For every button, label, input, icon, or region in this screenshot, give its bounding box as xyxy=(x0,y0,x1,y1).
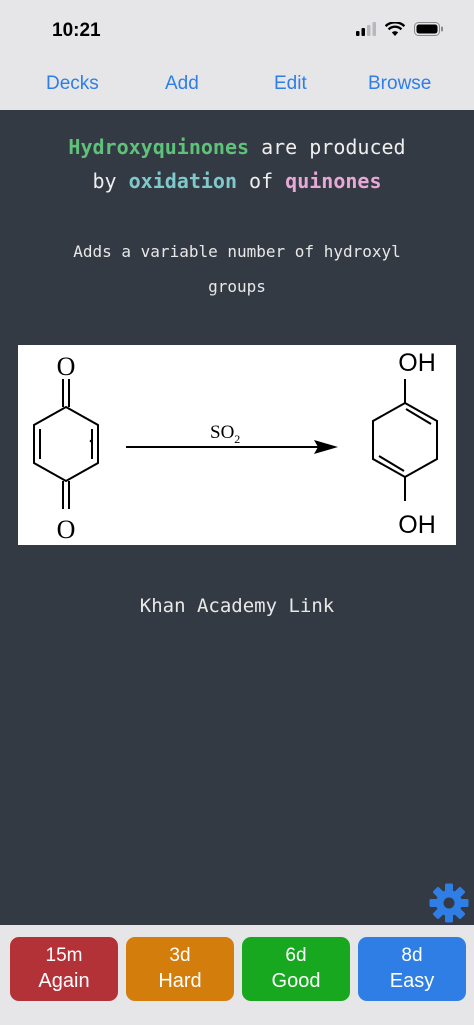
question-text-2: by xyxy=(92,169,129,193)
term-oxidation: oxidation xyxy=(128,169,237,193)
reaction-svg: O O SO2 OH OH xyxy=(33,349,438,544)
status-icons xyxy=(356,22,444,36)
quinone-structure xyxy=(33,379,99,509)
add-button[interactable]: Add xyxy=(165,73,199,95)
quinone-bottom-oxygen: O xyxy=(57,515,76,544)
term-quinones: quinones xyxy=(285,169,382,193)
status-bar: 10:21 xyxy=(0,0,474,58)
answer-bar: 15m Again 3d Hard 6d Good 8d Easy xyxy=(0,925,474,1025)
hard-interval: 3d xyxy=(169,945,191,966)
status-time: 10:21 xyxy=(52,20,101,41)
card-content: Hydroxyquinones are produced by oxidatio… xyxy=(0,110,474,925)
again-button[interactable]: 15m Again xyxy=(10,937,118,1001)
question-text-3: of xyxy=(237,169,286,193)
radical-dot xyxy=(89,439,93,443)
top-hydroxyl-label: OH xyxy=(398,349,436,377)
battery-icon xyxy=(414,22,443,36)
hard-button[interactable]: 3d Hard xyxy=(126,937,234,1001)
card-question: Hydroxyquinones are produced by oxidatio… xyxy=(0,130,474,198)
good-button[interactable]: 6d Good xyxy=(242,937,350,1001)
reagent-subscript: 2 xyxy=(234,432,240,446)
decks-button[interactable]: Decks xyxy=(46,73,99,95)
top-nav: Decks Add Edit Browse xyxy=(0,58,474,110)
quinone-top-oxygen: O xyxy=(57,352,76,381)
bottom-hydroxyl-label: OH xyxy=(398,511,436,539)
khan-academy-link[interactable]: Khan Academy Link xyxy=(0,595,474,617)
good-interval: 6d xyxy=(285,945,307,966)
signal-icon xyxy=(356,22,376,36)
easy-button[interactable]: 8d Easy xyxy=(358,937,466,1001)
again-interval: 15m xyxy=(45,945,83,966)
browse-button[interactable]: Browse xyxy=(368,73,431,95)
wifi-icon xyxy=(385,22,405,36)
reaction-diagram: O O SO2 OH OH xyxy=(18,345,456,545)
gear-icon[interactable] xyxy=(428,882,470,924)
term-hydroxyquinones: Hydroxyquinones xyxy=(68,135,250,159)
hard-label: Hard xyxy=(158,970,202,992)
reagent-text: SO xyxy=(210,422,234,443)
easy-interval: 8d xyxy=(401,945,423,966)
again-label: Again xyxy=(38,970,90,992)
question-text-1: are produced xyxy=(249,135,406,159)
reagent-label: SO2 xyxy=(210,422,240,446)
good-label: Good xyxy=(271,970,321,992)
hydroquinone-structure xyxy=(372,379,438,501)
card-note: Adds a variable number of hydroxyl group… xyxy=(73,242,401,296)
edit-button[interactable]: Edit xyxy=(274,73,307,95)
easy-label: Easy xyxy=(389,970,435,992)
